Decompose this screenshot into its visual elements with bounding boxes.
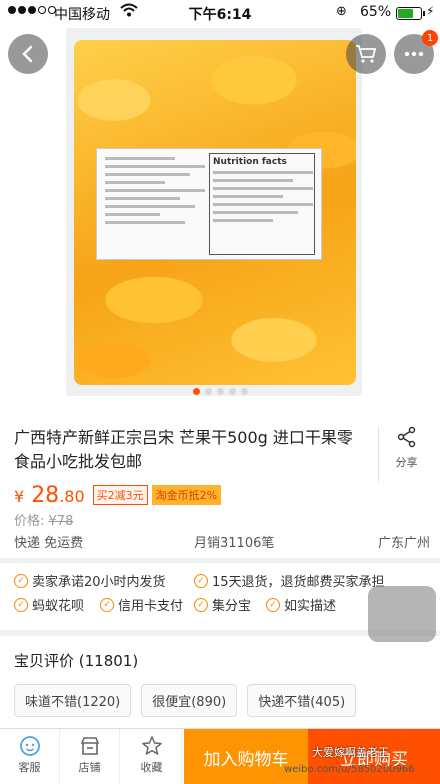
- reviews-title[interactable]: 宝贝评价 (11801): [14, 650, 138, 671]
- check-icon: ✓: [14, 597, 28, 612]
- check-icon: ✓: [194, 573, 208, 588]
- page-dot[interactable]: [216, 388, 224, 395]
- share-label: 分享: [395, 456, 418, 469]
- check-icon: ✓: [100, 597, 114, 612]
- add-to-cart-button[interactable]: 加入购物车: [184, 729, 308, 784]
- product-info: 广西特产新鲜正宗吕宋 芒果干500g 进口干果零食品小吃批发包邮 分享 ¥ 28…: [0, 412, 440, 558]
- page-dot[interactable]: [228, 388, 236, 395]
- coin-badge: 淘金币抵2%: [151, 485, 222, 505]
- nutrition-title: Nutrition facts: [213, 157, 287, 167]
- service-item: ✓ 蚂蚁花呗: [14, 595, 84, 614]
- current-price: ¥ 28.80: [14, 482, 85, 508]
- price-row: ¥ 28.80 买2减3元 淘金币抵2%: [14, 482, 222, 508]
- check-icon: ✓: [194, 597, 208, 612]
- service-label: 客服: [18, 761, 41, 774]
- battery-percent: 65%: [360, 4, 392, 20]
- check-icon: ✓: [266, 597, 280, 612]
- battery-icon: [396, 7, 425, 20]
- favorite-button[interactable]: 收藏: [122, 729, 182, 784]
- service-item: ✓ 信用卡支付: [100, 595, 183, 614]
- assistive-touch-button[interactable]: [368, 586, 436, 642]
- review-tags: 味道不错(1220) 很便宜(890) 快递不错(405): [14, 684, 357, 717]
- monthly-sales: 月销31106笔: [194, 536, 275, 551]
- notification-badge: 1: [422, 30, 438, 46]
- weibo-watermark: 大爱嫁啊盖老王 weibo.com/u/5850200966: [284, 744, 415, 775]
- page-dot[interactable]: [192, 388, 200, 395]
- charging-icon: ⚡: [426, 4, 435, 18]
- shop-label: 店铺: [78, 761, 101, 774]
- service-item: ✓ 卖家承诺20小时内发货: [14, 571, 166, 590]
- back-button[interactable]: [8, 34, 48, 74]
- status-bar: 中国移动 下午6:14 ⊕ 65% ⚡: [0, 0, 440, 26]
- product-title: 广西特产新鲜正宗吕宋 芒果干500g 进口干果零食品小吃批发包邮: [14, 428, 353, 471]
- more-button[interactable]: 1: [394, 30, 438, 74]
- shop-button[interactable]: 店铺: [60, 729, 120, 784]
- product-page: 中国移动 下午6:14 ⊕ 65% ⚡ Nutrition facts 1 广西…: [0, 0, 440, 784]
- chevron-left-icon: [22, 45, 33, 63]
- original-price: 价格: ¥78: [14, 514, 74, 529]
- review-tag[interactable]: 快递不错(405): [247, 684, 357, 717]
- watermark-url: weibo.com/u/5850200966: [284, 764, 415, 775]
- service-item: ✓ 15天退货，退货邮费买家承担: [194, 571, 385, 590]
- page-dot[interactable]: [204, 388, 212, 395]
- ship-location: 广东广州: [377, 536, 430, 551]
- customer-service-button[interactable]: 客服: [0, 729, 60, 784]
- shop-icon: [80, 737, 99, 755]
- service-face-icon: [19, 736, 40, 756]
- package-label: Nutrition facts: [96, 148, 322, 260]
- more-dots-icon: [404, 51, 424, 57]
- service-item: ✓ 集分宝: [194, 595, 251, 614]
- gallery-pagination: [0, 388, 440, 395]
- cart-button[interactable]: [346, 34, 386, 74]
- share-button[interactable]: 分享: [378, 426, 434, 482]
- favorite-label: 收藏: [140, 761, 163, 774]
- discount-badge: 买2减3元: [92, 485, 148, 505]
- service-item: ✓ 如实描述: [266, 595, 336, 614]
- check-icon: ✓: [14, 573, 28, 588]
- share-icon: [397, 426, 415, 448]
- shipping-info: 快递 免运费: [14, 536, 84, 551]
- rotation-lock-icon: ⊕: [336, 4, 347, 19]
- watermark-name: 大爱嫁啊盖老王: [312, 746, 389, 759]
- page-dot[interactable]: [240, 388, 248, 395]
- star-icon: [141, 736, 162, 755]
- review-tag[interactable]: 味道不错(1220): [14, 684, 132, 717]
- review-tag[interactable]: 很便宜(890): [141, 684, 238, 717]
- cart-icon: [356, 45, 377, 63]
- shipping-sales-row: 快递 免运费 月销31106笔 广东广州: [14, 532, 430, 552]
- reviews-section: 宝贝评价 (11801) 味道不错(1220) 很便宜(890) 快递不错(40…: [0, 636, 440, 736]
